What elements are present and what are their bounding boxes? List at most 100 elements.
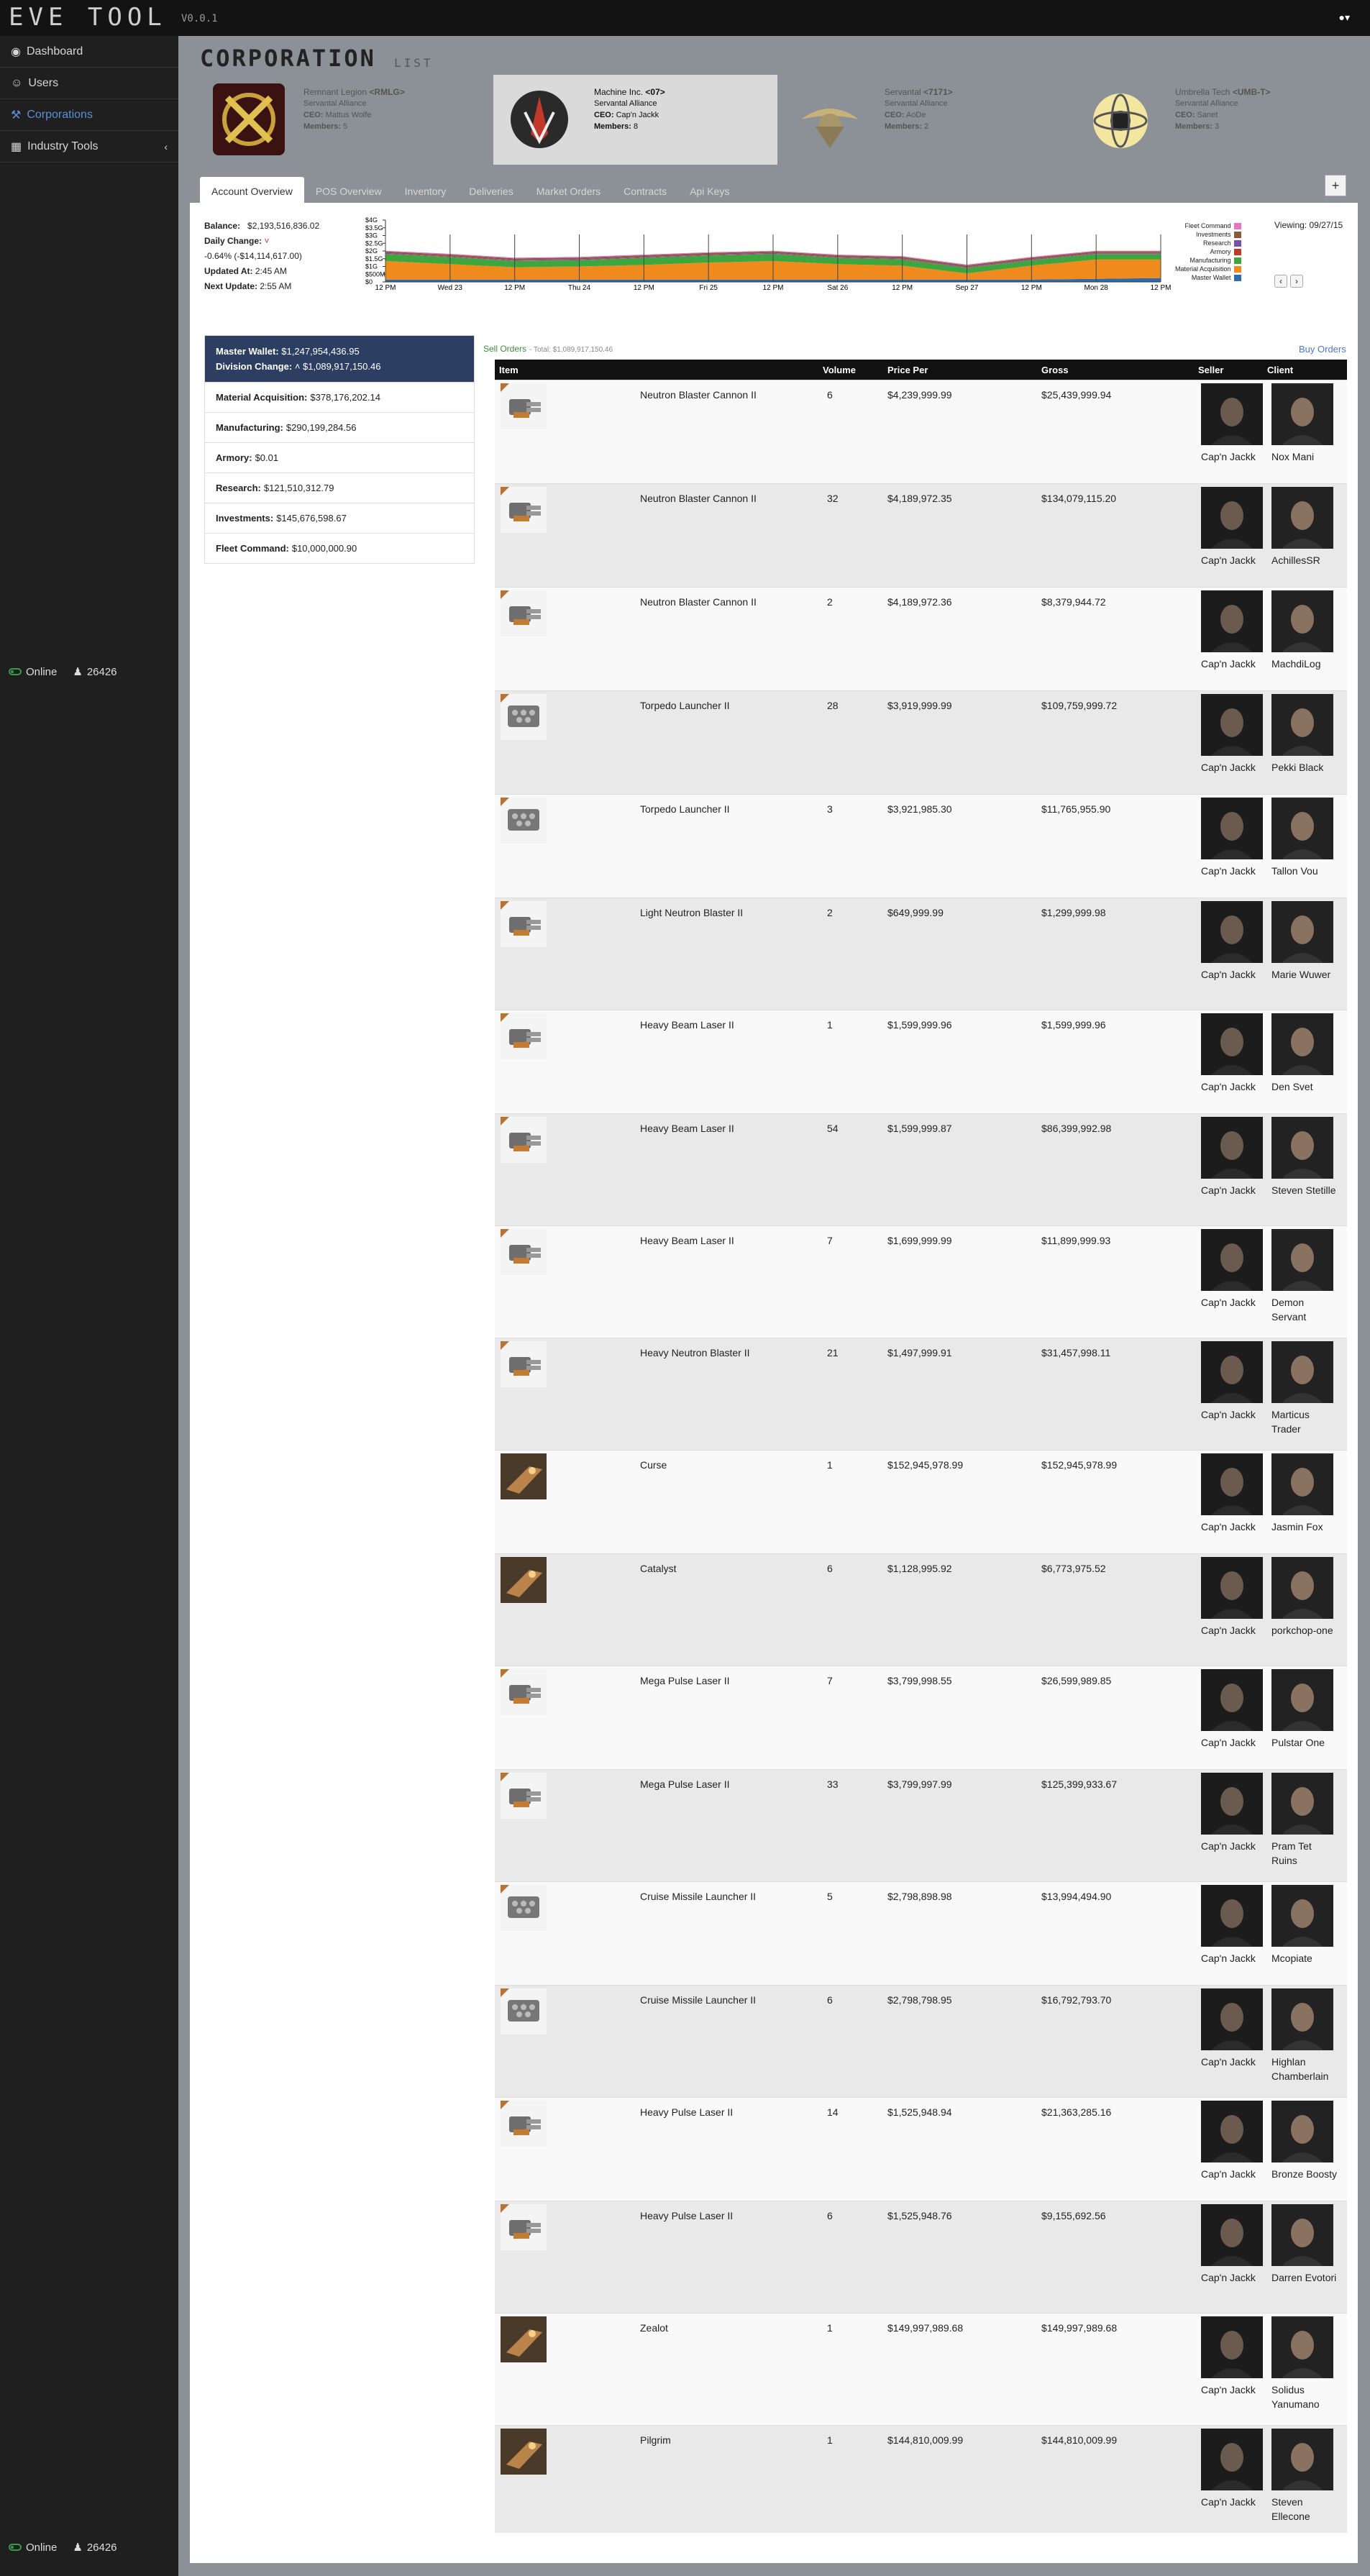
item-name[interactable]: Catalyst — [640, 1563, 677, 1574]
seller-avatar[interactable] — [1201, 901, 1263, 963]
table-row[interactable]: Cruise Missile Launcher II 6 $2,798,798.95… — [495, 1985, 1347, 2097]
item-name[interactable]: Cruise Missile Launcher II — [640, 1891, 756, 1902]
seller-avatar[interactable] — [1201, 1669, 1263, 1731]
client-avatar[interactable] — [1271, 694, 1333, 756]
seller-avatar[interactable] — [1201, 694, 1263, 756]
client-name[interactable]: Jasmin Fox — [1271, 1520, 1339, 1534]
client-name[interactable]: Marie Wuwer — [1271, 967, 1339, 982]
client-avatar[interactable] — [1271, 1341, 1333, 1403]
item-name[interactable]: Heavy Beam Laser II — [640, 1019, 734, 1031]
table-row[interactable]: Heavy Beam Laser II 7 $1,699,999.99 $11,899… — [495, 1225, 1347, 1338]
seller-avatar[interactable] — [1201, 2204, 1263, 2266]
item-name[interactable]: Neutron Blaster Cannon II — [640, 596, 757, 608]
table-row[interactable]: Torpedo Launcher II 28 $3,919,999.99 $109,7… — [495, 690, 1347, 794]
item-name[interactable]: Light Neutron Blaster II — [640, 907, 743, 918]
client-avatar[interactable] — [1271, 2204, 1333, 2266]
tab-deliveries[interactable]: Deliveries — [457, 177, 524, 203]
tab-inventory[interactable]: Inventory — [393, 177, 458, 203]
item-name[interactable]: Pilgrim — [640, 2434, 671, 2446]
client-avatar[interactable] — [1271, 487, 1333, 549]
table-row[interactable]: Heavy Neutron Blaster II 21 $1,497,999.91 $… — [495, 1338, 1347, 1450]
buy-orders-link[interactable]: Buy Orders — [1299, 344, 1346, 355]
client-name[interactable]: Bronze Boosty — [1271, 2167, 1339, 2181]
client-avatar[interactable] — [1271, 1773, 1333, 1835]
seller-avatar[interactable] — [1201, 2316, 1263, 2378]
client-name[interactable]: Pekki Black — [1271, 760, 1339, 775]
client-name[interactable]: Demon Servant — [1271, 1295, 1339, 1324]
item-name[interactable]: Torpedo Launcher II — [640, 700, 730, 711]
seller-name[interactable]: Cap'n Jackk — [1201, 2055, 1269, 2069]
table-row[interactable]: Torpedo Launcher II 3 $3,921,985.30 $11,765… — [495, 794, 1347, 898]
corp-card-machine-inc[interactable]: Machine Inc. <07> Servantal Alliance CEO… — [493, 75, 777, 165]
client-name[interactable]: Mcopiate — [1271, 1951, 1339, 1965]
client-avatar[interactable] — [1271, 1117, 1333, 1179]
seller-name[interactable]: Cap'n Jackk — [1201, 1735, 1269, 1750]
table-row[interactable]: Neutron Blaster Cannon II 32 $4,189,972.35… — [495, 483, 1347, 587]
seller-avatar[interactable] — [1201, 383, 1263, 445]
table-row[interactable]: Curse 1 $152,945,978.99 $152,945,978.99 Cap'… — [495, 1450, 1347, 1553]
item-name[interactable]: Heavy Beam Laser II — [640, 1235, 734, 1246]
seller-avatar[interactable] — [1201, 1117, 1263, 1179]
seller-avatar[interactable] — [1201, 487, 1263, 549]
seller-avatar[interactable] — [1201, 1453, 1263, 1515]
seller-avatar[interactable] — [1201, 590, 1263, 652]
division-row[interactable]: Research: $121,510,312.79 — [205, 472, 474, 503]
chevron-left-icon[interactable]: ‹ — [1274, 275, 1287, 288]
client-avatar[interactable] — [1271, 1013, 1333, 1075]
division-header[interactable]: Master Wallet: $1,247,954,436.95 Divisio… — [205, 336, 474, 382]
item-name[interactable]: Heavy Pulse Laser II — [640, 2106, 733, 2118]
client-avatar[interactable] — [1271, 1988, 1333, 2050]
seller-avatar[interactable] — [1201, 1229, 1263, 1291]
client-avatar[interactable] — [1271, 1885, 1333, 1947]
client-avatar[interactable] — [1271, 2429, 1333, 2490]
division-row[interactable]: Material Acquisition: $378,176,202.14 — [205, 382, 474, 412]
add-button[interactable]: + — [1325, 175, 1346, 196]
client-avatar[interactable] — [1271, 2101, 1333, 2162]
client-avatar[interactable] — [1271, 1669, 1333, 1731]
table-row[interactable]: Zealot 1 $149,997,989.68 $149,997,989.68 Cap… — [495, 2313, 1347, 2425]
seller-avatar[interactable] — [1201, 798, 1263, 859]
table-row[interactable]: Mega Pulse Laser II 7 $3,799,998.55 $26,599… — [495, 1666, 1347, 1769]
corp-card-umbrella-tech[interactable]: Umbrella Tech <UMB-T> Servantal Alliance… — [1074, 75, 1358, 165]
seller-name[interactable]: Cap'n Jackk — [1201, 1623, 1269, 1638]
client-name[interactable]: Pram Tet Ruins — [1271, 1839, 1339, 1868]
seller-name[interactable]: Cap'n Jackk — [1201, 449, 1269, 464]
seller-avatar[interactable] — [1201, 1773, 1263, 1835]
client-name[interactable]: MachdiLog — [1271, 657, 1339, 671]
item-name[interactable]: Mega Pulse Laser II — [640, 1778, 730, 1790]
item-name[interactable]: Heavy Neutron Blaster II — [640, 1347, 750, 1358]
seller-avatar[interactable] — [1201, 1988, 1263, 2050]
client-name[interactable]: Den Svet — [1271, 1079, 1339, 1094]
table-row[interactable]: Light Neutron Blaster II 2 $649,999.99 $1,2… — [495, 898, 1347, 1010]
item-name[interactable]: Mega Pulse Laser II — [640, 1675, 730, 1686]
table-row[interactable]: Mega Pulse Laser II 33 $3,799,997.99 $125,3… — [495, 1769, 1347, 1881]
table-row[interactable]: Heavy Beam Laser II 1 $1,599,999.96 $1,599,… — [495, 1010, 1347, 1113]
seller-name[interactable]: Cap'n Jackk — [1201, 1183, 1269, 1197]
seller-name[interactable]: Cap'n Jackk — [1201, 2495, 1269, 2509]
table-row[interactable]: Heavy Pulse Laser II 6 $1,525,948.76 $9,155… — [495, 2201, 1347, 2313]
table-row[interactable]: Heavy Beam Laser II 54 $1,599,999.87 $86,39… — [495, 1113, 1347, 1225]
seller-name[interactable]: Cap'n Jackk — [1201, 2167, 1269, 2181]
seller-name[interactable]: Cap'n Jackk — [1201, 2270, 1269, 2285]
division-row[interactable]: Fleet Command: $10,000,000.90 — [205, 533, 474, 563]
sidebar-item-industry-tools[interactable]: ▦ Industry Tools ‹ — [0, 131, 178, 163]
seller-name[interactable]: Cap'n Jackk — [1201, 1951, 1269, 1965]
seller-name[interactable]: Cap'n Jackk — [1201, 967, 1269, 982]
client-avatar[interactable] — [1271, 798, 1333, 859]
client-name[interactable]: Steven Ellecone — [1271, 2495, 1339, 2524]
client-name[interactable]: Solidus Yanumano — [1271, 2383, 1339, 2411]
tab-contracts[interactable]: Contracts — [612, 177, 678, 203]
client-name[interactable]: porkchop-one — [1271, 1623, 1339, 1638]
table-row[interactable]: Catalyst 6 $1,128,995.92 $6,773,975.52 Cap'n… — [495, 1553, 1347, 1666]
client-avatar[interactable] — [1271, 1229, 1333, 1291]
division-row[interactable]: Manufacturing: $290,199,284.56 — [205, 412, 474, 442]
sidebar-item-corporations[interactable]: ⚒ Corporations — [0, 99, 178, 131]
item-name[interactable]: Heavy Pulse Laser II — [640, 2210, 733, 2221]
client-avatar[interactable] — [1271, 1453, 1333, 1515]
client-name[interactable]: Tallon Vou — [1271, 864, 1339, 878]
chevron-right-icon[interactable]: › — [1290, 275, 1303, 288]
seller-avatar[interactable] — [1201, 1341, 1263, 1403]
division-row[interactable]: Investments: $145,676,598.67 — [205, 503, 474, 533]
item-name[interactable]: Neutron Blaster Cannon II — [640, 493, 757, 504]
item-name[interactable]: Cruise Missile Launcher II — [640, 1994, 756, 2006]
